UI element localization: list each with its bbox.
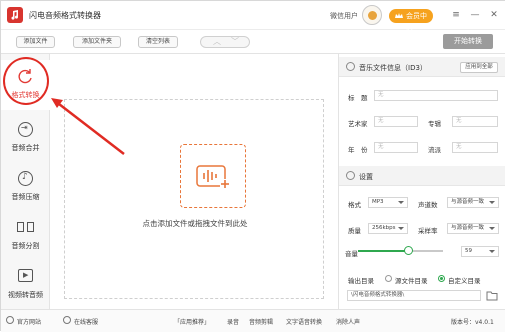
title-label: 标 题: [348, 94, 368, 102]
id3-section-header: 音乐文件信息（ID3） 应用到全部: [339, 57, 505, 77]
toolbar: 添加文件 添加文件夹 清空列表 ︿ ﹀ 开始转换: [1, 30, 505, 54]
merge-icon: ⇥: [18, 122, 33, 137]
website-icon[interactable]: [6, 316, 14, 324]
channels-label: 声道数: [418, 201, 438, 209]
format-select[interactable]: MP3: [368, 197, 408, 208]
avatar[interactable]: [362, 5, 382, 25]
source-dir-label[interactable]: 源文件目录: [395, 275, 428, 285]
genre-field[interactable]: 无: [452, 142, 498, 153]
custom-dir-label[interactable]: 自定义目录: [448, 275, 481, 285]
id3-section-title: 音乐文件信息（ID3）: [359, 64, 427, 72]
quality-label: 质量: [348, 227, 361, 235]
play-icon: ▶: [18, 269, 33, 282]
settings-section-header: 设置: [339, 166, 505, 186]
version-label: 版本号：v4.0.1: [451, 319, 494, 326]
sidebar-item-label: 音频分割: [11, 242, 40, 250]
highlight-circle: [3, 57, 49, 105]
app-title: 闪电音频格式转换器: [29, 11, 101, 20]
folder-icon[interactable]: [486, 290, 498, 301]
title-bar: 闪电音频格式转换器 微信用户 会员中心 ≡ — ✕: [1, 1, 505, 34]
sidebar-item-label: 音频合并: [11, 144, 40, 152]
down-arrow-icon[interactable]: ﹀: [231, 37, 239, 47]
drop-zone[interactable]: 点击添加文件或拖拽文件到此处: [64, 99, 324, 299]
status-bar: 官方网站 在线客服 「应用推荐」 录音 音频剪辑 文字语音转换 消除人声 版本号…: [1, 309, 505, 332]
vip-center-button[interactable]: 会员中心: [389, 9, 433, 34]
radio-source-dir[interactable]: [385, 275, 392, 282]
volume-stepper[interactable]: 59: [461, 246, 499, 257]
recommend-link-vocal-remove[interactable]: 消除人声: [336, 317, 360, 326]
chevron-down-icon: [489, 250, 495, 253]
music-logo-icon: [11, 10, 19, 20]
samplerate-select[interactable]: 与源音频一致: [447, 223, 499, 234]
website-link[interactable]: 官方网站: [17, 317, 41, 326]
settings-panel: 音乐文件信息（ID3） 应用到全部 标 题 无 艺术家 无 专辑 无 年 份 无…: [338, 54, 505, 309]
sidebar-item-audio-split[interactable]: 音频分割: [1, 211, 50, 261]
avatar-face-icon: [368, 11, 377, 20]
user-name[interactable]: 微信用户: [330, 11, 358, 21]
clear-list-button[interactable]: 清空列表: [138, 36, 178, 48]
year-label: 年 份: [348, 146, 368, 154]
volume-label: 音量: [345, 250, 358, 258]
minimize-icon[interactable]: —: [469, 9, 481, 21]
samplerate-label: 采样率: [418, 227, 438, 235]
settings-gear-icon: [346, 171, 355, 180]
format-value: MP3: [372, 199, 384, 205]
app-logo: [7, 7, 23, 23]
samplerate-value: 与源音频一致: [451, 225, 485, 231]
app-window: 闪电音频格式转换器 微信用户 会员中心 ≡ — ✕ 添加文件 添加文件夹 清空列…: [0, 0, 505, 332]
move-up-down-control[interactable]: ︿ ﹀: [200, 36, 250, 48]
album-field[interactable]: 无: [452, 116, 498, 127]
chevron-down-icon: [398, 227, 404, 230]
sidebar-item-label: 音频压缩: [11, 193, 40, 201]
apply-all-button[interactable]: 应用到全部: [460, 62, 498, 73]
close-icon[interactable]: ✕: [488, 9, 500, 21]
year-field[interactable]: 无: [374, 142, 418, 153]
chevron-down-icon: [489, 201, 495, 204]
quality-select[interactable]: 256kbps: [368, 223, 408, 234]
add-file-button[interactable]: 添加文件: [16, 36, 55, 48]
output-path-field[interactable]: \闪电音频格式转换器\: [347, 290, 481, 301]
start-convert-button[interactable]: 开始转换: [443, 34, 493, 49]
artist-field[interactable]: 无: [374, 116, 418, 127]
format-label: 格式: [348, 201, 361, 209]
service-link[interactable]: 在线客服: [74, 317, 98, 326]
output-label: 输出目录: [348, 277, 374, 285]
volume-value: 59: [465, 248, 472, 254]
split-icon-part: [27, 222, 34, 232]
service-icon[interactable]: [63, 316, 71, 324]
recommend-link-tts[interactable]: 文字语音转换: [286, 317, 322, 326]
volume-slider-track[interactable]: [358, 250, 443, 252]
file-list-area: 点击添加文件或拖拽文件到此处: [50, 54, 338, 309]
radio-custom-dir[interactable]: [438, 275, 445, 282]
waveform-icon: [196, 165, 230, 189]
quality-value: 256kbps: [372, 225, 396, 231]
volume-slider-fill: [358, 250, 409, 252]
title-field[interactable]: 无: [374, 90, 498, 101]
add-audio-icon[interactable]: [180, 144, 246, 208]
genre-label: 流派: [428, 146, 441, 154]
settings-section-title: 设置: [359, 173, 373, 181]
recommend-link-audio-edit[interactable]: 音频剪辑: [249, 317, 273, 326]
channels-select[interactable]: 与源音频一致: [447, 197, 499, 208]
recommend-link-record[interactable]: 录音: [227, 317, 239, 326]
chevron-down-icon: [489, 227, 495, 230]
chevron-down-icon: [398, 201, 404, 204]
sidebar-item-video-to-audio[interactable]: ▶ 视频转音频: [1, 260, 50, 310]
app-recommend-label: 「应用推荐」: [174, 319, 211, 326]
up-arrow-icon[interactable]: ︿: [213, 37, 221, 47]
artist-label: 艺术家: [348, 120, 368, 128]
sidebar-item-label: 视频转音频: [8, 291, 43, 299]
volume-slider-handle[interactable]: [404, 246, 414, 255]
crown-icon: [395, 13, 403, 18]
album-label: 专辑: [428, 120, 441, 128]
menu-icon[interactable]: ≡: [450, 9, 462, 21]
channels-value: 与源音频一致: [451, 199, 485, 205]
drop-hint-text: 点击添加文件或拖拽文件到此处: [142, 219, 248, 228]
add-folder-button[interactable]: 添加文件夹: [73, 36, 121, 48]
sidebar-item-audio-merge[interactable]: ⇥ 音频合并: [1, 113, 50, 163]
sidebar-item-audio-compress[interactable]: ♪ 音频压缩: [1, 162, 50, 212]
split-icon: [17, 222, 24, 232]
music-note-icon: ♪: [18, 171, 33, 186]
music-info-icon: [346, 62, 355, 71]
